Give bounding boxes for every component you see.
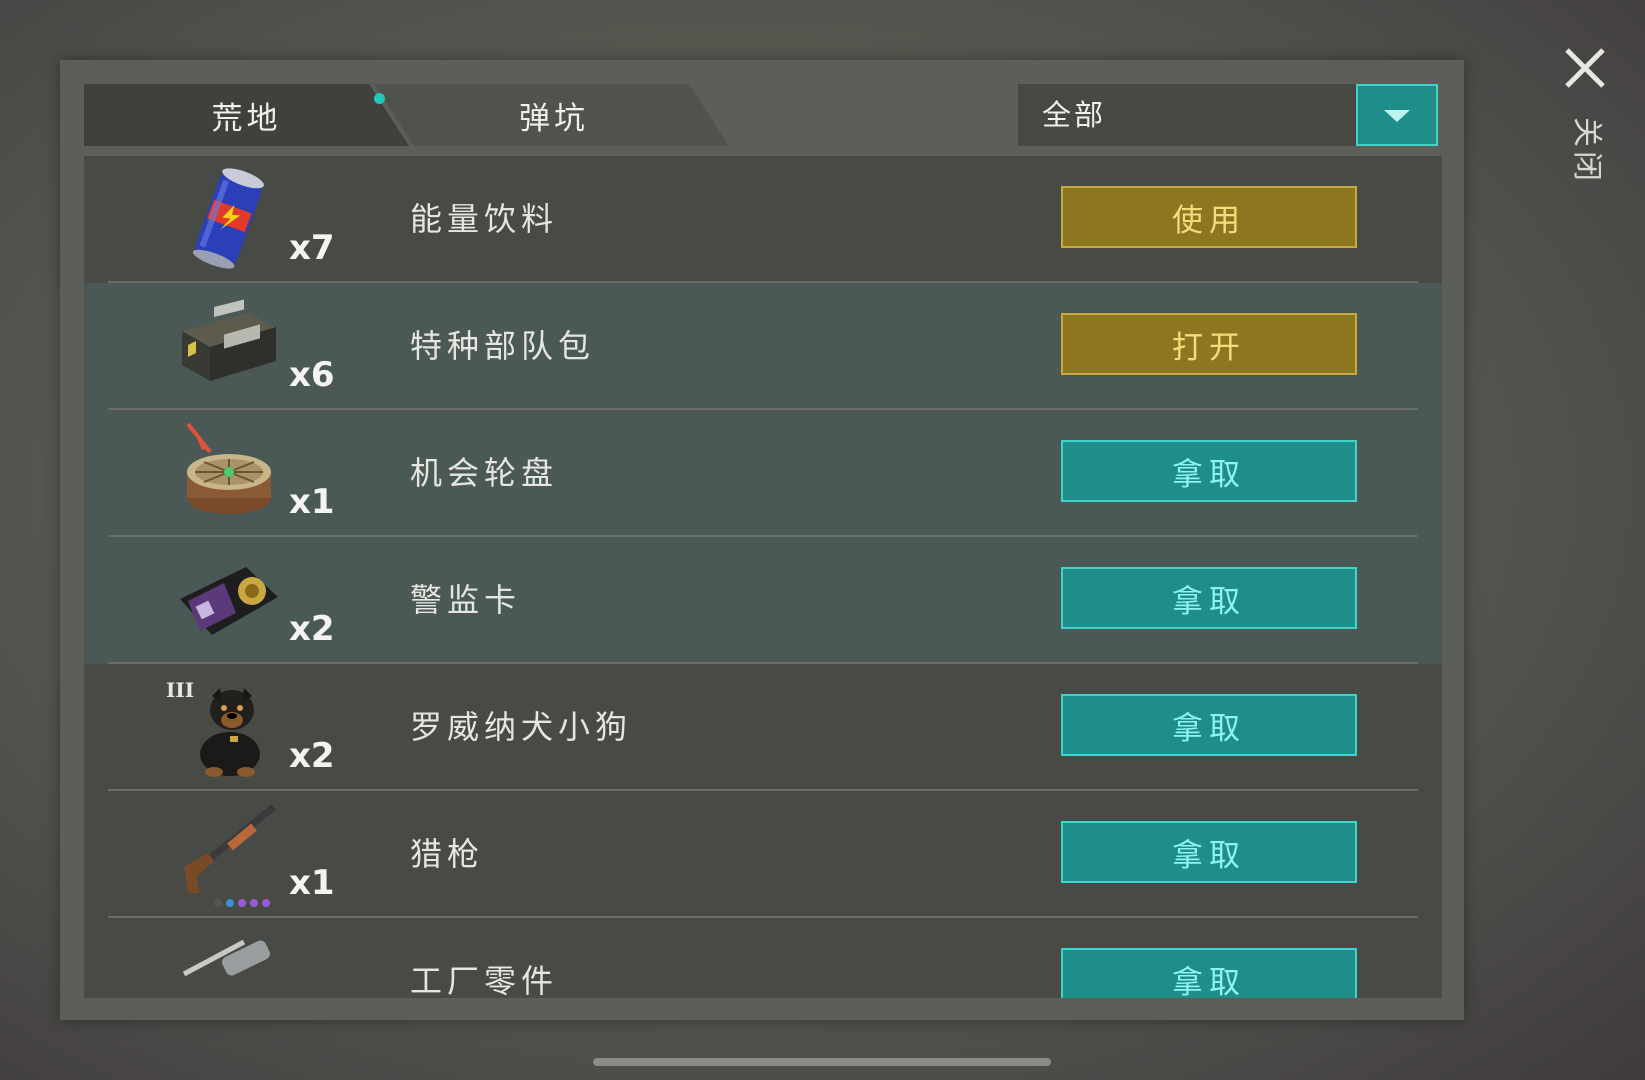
chance-wheel-icon	[186, 422, 271, 514]
filter-selected-value: 全部	[1042, 98, 1107, 132]
item-quantity: x1	[289, 482, 335, 522]
tab-label: 荒地	[211, 100, 282, 137]
close-icon[interactable]	[1563, 46, 1607, 90]
notification-dot	[374, 93, 385, 104]
open-button[interactable]: 打开	[1061, 313, 1357, 375]
chevron-down-icon	[1384, 110, 1410, 122]
warden-card-icon	[180, 567, 278, 635]
list-item: x6 特种部队包 打开	[84, 283, 1442, 410]
item-quantity: x6	[289, 355, 335, 395]
item-list[interactable]: x7 能量饮料 使用 x6 特种部队包 打开 x1 机会轮盘 拿取 x2 警监卡…	[84, 156, 1442, 998]
take-button[interactable]: 拿取	[1061, 567, 1357, 629]
filter-dropdown[interactable]: 全部	[1018, 84, 1438, 146]
energy-drink-icon	[192, 168, 264, 269]
special-forces-crate-icon	[182, 299, 276, 381]
take-button[interactable]: 拿取	[1061, 821, 1357, 883]
item-name: 能量饮料	[410, 200, 559, 238]
home-indicator[interactable]	[593, 1058, 1051, 1066]
item-quantity: x1	[289, 863, 335, 903]
loot-panel: 弹坑 荒地 全部 x7 能量饮料 使用 x6 特种部队包 打开 x1 机会轮盘 …	[60, 60, 1464, 1020]
close-label-char: 关	[1569, 117, 1604, 147]
close-label[interactable]: 关 闭	[1568, 117, 1604, 186]
item-quantity: x7	[289, 228, 335, 268]
item-name: 工厂零件	[410, 962, 559, 998]
item-name: 罗威纳犬小狗	[410, 708, 633, 746]
shotgun-icon	[184, 804, 277, 907]
item-name: 警监卡	[410, 581, 522, 619]
item-name: 特种部队包	[410, 327, 596, 365]
list-item: 工厂零件 拿取	[84, 918, 1442, 998]
list-item: III x2 罗威纳犬小狗 拿取	[84, 664, 1442, 791]
take-button[interactable]: 拿取	[1061, 948, 1357, 998]
location-tabs: 弹坑 荒地	[84, 84, 734, 146]
tab-crater[interactable]: 弹坑	[374, 84, 729, 146]
dropdown-button[interactable]	[1356, 84, 1438, 146]
tab-label: 弹坑	[519, 100, 589, 137]
tab-wasteland[interactable]: 荒地	[84, 84, 409, 146]
close-label-char: 闭	[1569, 151, 1604, 181]
item-quantity: x2	[289, 609, 335, 649]
item-name: 机会轮盘	[410, 454, 559, 492]
list-item: x2 警监卡 拿取	[84, 537, 1442, 664]
list-item: x1 机会轮盘 拿取	[84, 410, 1442, 537]
list-item: x7 能量饮料 使用	[84, 156, 1442, 283]
item-name: 猎枪	[410, 835, 485, 873]
list-item: x1 猎枪 拿取	[84, 791, 1442, 918]
rottweiler-puppy-icon	[200, 688, 260, 777]
take-button[interactable]: 拿取	[1061, 440, 1357, 502]
factory-parts-icon	[182, 939, 270, 977]
item-quantity: x2	[289, 736, 335, 776]
take-button[interactable]: 拿取	[1061, 694, 1357, 756]
use-button[interactable]: 使用	[1061, 186, 1357, 248]
